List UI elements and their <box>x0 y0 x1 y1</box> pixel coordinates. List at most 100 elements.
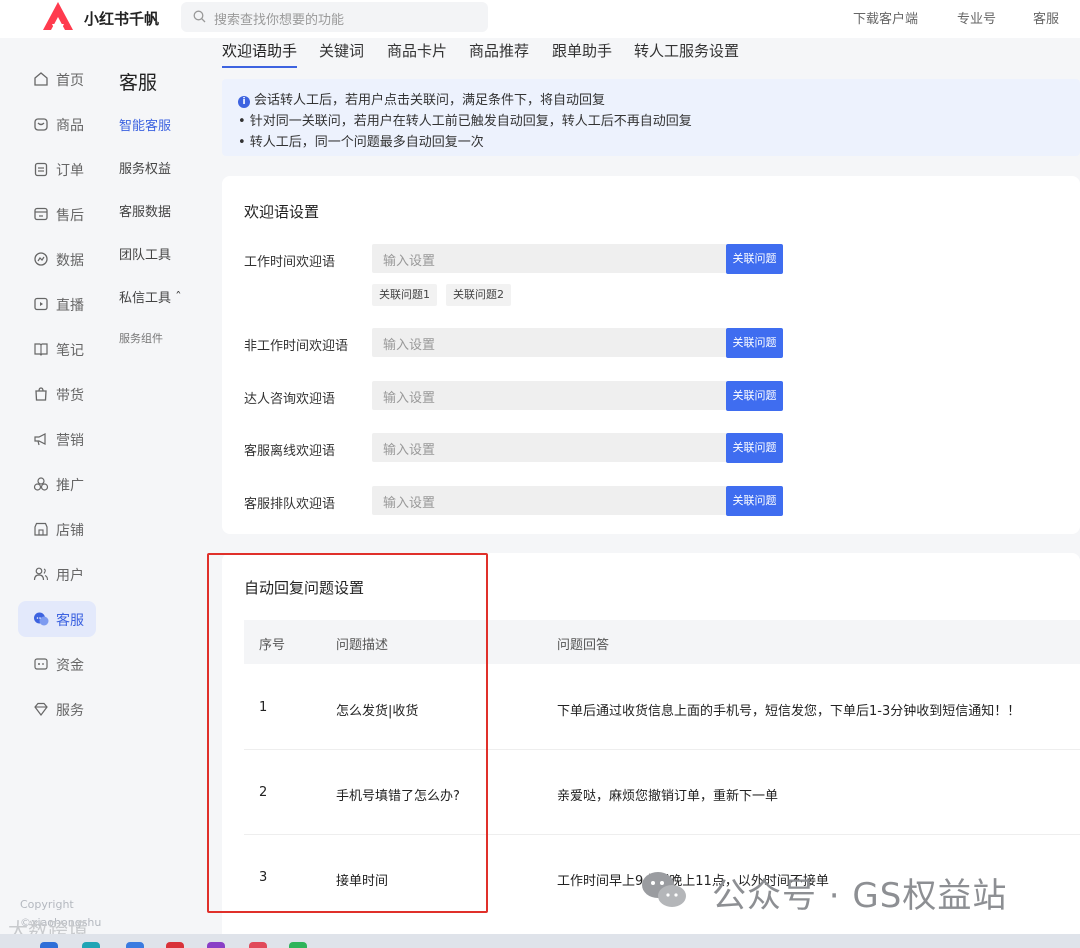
info-notice: i 会话转人工后，若用户点击关联问，满足条件下，将自动回复 • 针对同一关联问，若… <box>222 79 1080 156</box>
welcome-row-label: 客服排队欢迎语 <box>244 497 336 512</box>
tab-transfer-human[interactable]: 转人工服务设置 <box>634 40 739 61</box>
welcome-row-label: 工作时间欢迎语 <box>244 255 336 270</box>
queue-welcome-input[interactable]: 输入设置 <box>372 486 727 515</box>
nav-item-live[interactable]: 直播 <box>18 286 96 322</box>
customer-service-link[interactable]: 客服 <box>1033 8 1059 27</box>
sub-nav-title: 客服 <box>119 72 158 94</box>
bag-icon <box>34 118 48 131</box>
nav-item-customer-service[interactable]: 客服 <box>18 601 96 637</box>
order-icon <box>34 162 48 177</box>
nav-label: 服务 <box>56 703 84 719</box>
link-question-button[interactable]: 关联问题 <box>726 328 783 358</box>
wechat-logo-icon <box>642 872 686 907</box>
sub-nav-item-service-components[interactable]: 服务组件 <box>119 330 163 346</box>
sub-nav: 客服 智能客服 服务权益 客服数据 团队工具 私信工具 ˆ 服务组件 <box>108 38 202 948</box>
row-answer: 亲爱哒，麻烦您撤销订单，重新下一单 <box>557 789 779 804</box>
taskbar-app-icon[interactable] <box>40 942 58 948</box>
sub-nav-item-dm-tools[interactable]: 私信工具 ˆ <box>119 287 182 306</box>
live-icon <box>34 297 48 311</box>
diamond-icon <box>34 702 48 716</box>
search-icon <box>193 10 206 23</box>
download-client-link[interactable]: 下载客户端 <box>853 8 918 27</box>
sub-nav-item-service-data[interactable]: 客服数据 <box>119 201 171 220</box>
question-chip[interactable]: 关联问题2 <box>446 284 511 306</box>
nav-label: 用户 <box>56 568 84 584</box>
info-icon: i <box>238 96 250 108</box>
welcome-row-label: 客服离线欢迎语 <box>244 444 336 459</box>
active-tab-indicator <box>222 66 297 68</box>
nav-item-after-sales[interactable]: 售后 <box>18 196 96 232</box>
taskbar-app-icon[interactable] <box>289 942 307 948</box>
nav-label: 推广 <box>56 478 84 494</box>
nav-item-marketing[interactable]: 营销 <box>18 421 96 457</box>
nav-label: 订单 <box>56 163 84 179</box>
nav-item-data[interactable]: 数据 <box>18 241 96 277</box>
sub-nav-item-team-tools[interactable]: 团队工具 <box>119 244 171 263</box>
question-chip[interactable]: 关联问题1 <box>372 284 437 306</box>
pro-account-link[interactable]: 专业号 <box>957 8 996 27</box>
book-icon <box>34 343 48 356</box>
link-question-button[interactable]: 关联问题 <box>726 433 783 463</box>
nav-label: 首页 <box>56 73 84 89</box>
taskbar-app-icon[interactable] <box>249 942 267 948</box>
taskbar-app-icon[interactable] <box>82 942 100 948</box>
offline-welcome-input[interactable]: 输入设置 <box>372 433 727 462</box>
nav-item-services[interactable]: 服务 <box>18 691 96 727</box>
sub-nav-item-service-rights[interactable]: 服务权益 <box>119 158 171 177</box>
welcome-row-label: 达人咨询欢迎语 <box>244 392 336 407</box>
top-bar: 小红书千帆 搜索查找你想要的功能 下载客户端 专业号 客服 <box>0 0 1080 38</box>
nav-item-home[interactable]: 首页 <box>18 61 96 97</box>
app-name: 小红书千帆 <box>84 10 160 28</box>
nav-item-store[interactable]: 店铺 <box>18 511 96 547</box>
nav-item-orders[interactable]: 订单 <box>18 151 96 187</box>
nav-label: 客服 <box>56 613 84 629</box>
promotion-icon <box>33 477 49 491</box>
sub-nav-item-smart-service[interactable]: 智能客服 <box>119 115 171 134</box>
tab-product-cards[interactable]: 商品卡片 <box>387 40 447 61</box>
search-placeholder: 搜索查找你想要的功能 <box>214 13 345 28</box>
search-input[interactable]: 搜索查找你想要的功能 <box>181 2 488 32</box>
nav-item-users[interactable]: 用户 <box>18 556 96 592</box>
after-sales-icon <box>34 207 48 221</box>
nav-item-products[interactable]: 商品 <box>18 106 96 142</box>
tab-welcome-assistant[interactable]: 欢迎语助手 <box>222 40 297 61</box>
link-question-button[interactable]: 关联问题 <box>726 244 783 274</box>
nav-label: 营销 <box>56 433 84 449</box>
left-nav: 首页 商品 订单 售后 数据 直播 笔记 带货 营销 推广 店铺 用户 客服 资… <box>0 38 108 948</box>
link-question-button[interactable]: 关联问题 <box>726 381 783 411</box>
taskbar-app-icon[interactable] <box>166 942 184 948</box>
taskbar-app-icon[interactable] <box>126 942 144 948</box>
column-header: 问题回答 <box>557 638 610 653</box>
users-icon <box>33 567 49 581</box>
nav-label: 商品 <box>56 118 84 134</box>
taskbar-app-icon[interactable] <box>207 942 225 948</box>
os-taskbar <box>0 934 1080 948</box>
wallet-icon <box>34 658 48 670</box>
highlight-box <box>207 553 488 913</box>
welcome-settings-title: 欢迎语设置 <box>244 203 320 221</box>
megaphone-icon <box>34 433 46 446</box>
chat-bubbles-icon <box>34 612 49 626</box>
welcome-row-label: 非工作时间欢迎语 <box>244 339 349 354</box>
home-icon <box>34 72 48 86</box>
app-logo-icon[interactable] <box>40 0 76 34</box>
nav-item-promotion[interactable]: 推广 <box>18 466 96 502</box>
nav-item-promote-goods[interactable]: 带货 <box>18 376 96 412</box>
influencer-welcome-input[interactable]: 输入设置 <box>372 381 727 410</box>
nav-label: 笔记 <box>56 343 84 359</box>
notice-line: • 针对同一关联问，若用户在转人工前已触发自动回复，转人工后不再自动回复 <box>238 114 692 129</box>
nav-item-notes[interactable]: 笔记 <box>18 331 96 367</box>
off-time-welcome-input[interactable]: 输入设置 <box>372 328 727 357</box>
nav-label: 直播 <box>56 298 84 314</box>
tab-keywords[interactable]: 关键词 <box>319 40 364 61</box>
nav-label: 数据 <box>56 253 84 269</box>
tab-follow-order[interactable]: 跟单助手 <box>552 40 612 61</box>
nav-item-funds[interactable]: 资金 <box>18 646 96 682</box>
nav-label: 售后 <box>56 208 84 224</box>
data-icon <box>34 252 48 266</box>
link-question-button[interactable]: 关联问题 <box>726 486 783 516</box>
watermark-text: 公众号 · GS权益站 <box>712 876 1008 916</box>
tab-product-recommend[interactable]: 商品推荐 <box>469 40 529 61</box>
nav-label: 资金 <box>56 658 84 674</box>
work-time-welcome-input[interactable]: 输入设置 <box>372 244 727 273</box>
